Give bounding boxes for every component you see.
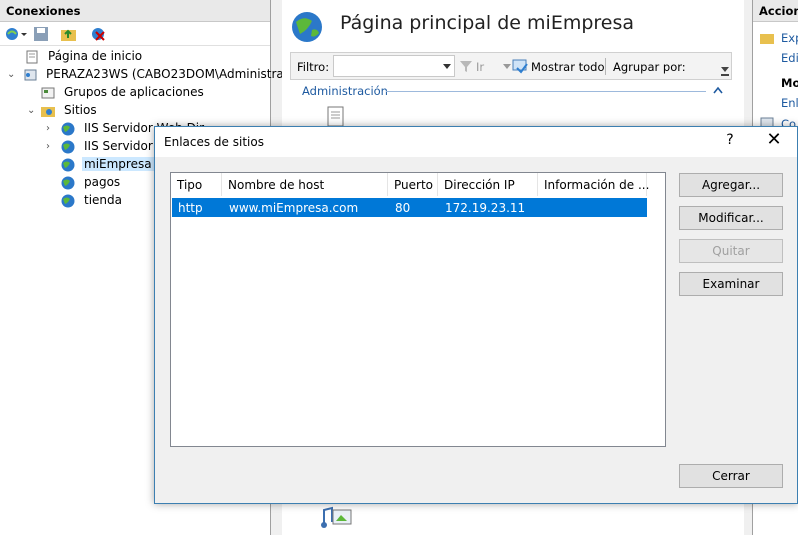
globe-icon bbox=[61, 176, 75, 190]
globe-icon bbox=[61, 122, 75, 136]
group-by-button[interactable]: Agrupar por: bbox=[613, 60, 686, 74]
save-icon[interactable] bbox=[33, 26, 49, 42]
collapse-chevron-icon[interactable] bbox=[713, 86, 723, 94]
section-header-administration[interactable]: Administración bbox=[302, 84, 388, 98]
close-button[interactable]: Cerrar bbox=[679, 464, 783, 488]
edit-button[interactable]: Modificar... bbox=[679, 206, 783, 230]
column-header-host[interactable]: Nombre de host bbox=[222, 173, 388, 196]
expand-sites-chevron[interactable]: ⌄ bbox=[27, 105, 35, 116]
go-button[interactable]: Ir bbox=[476, 60, 484, 74]
server-icon bbox=[24, 69, 37, 81]
globe-icon bbox=[61, 158, 75, 172]
remove-button[interactable]: Quitar bbox=[679, 239, 783, 263]
cell-ip: 172.19.23.11 bbox=[445, 201, 526, 215]
column-header-info[interactable]: Información de ... bbox=[538, 173, 649, 196]
column-header-type[interactable]: Tipo bbox=[171, 173, 222, 196]
bindings-list[interactable]: Tipo Nombre de host Puerto Dirección IP … bbox=[170, 172, 666, 447]
action-section-heading: Mo bbox=[781, 76, 798, 90]
table-row[interactable]: http www.miEmpresa.com 80 172.19.23.11 bbox=[172, 198, 647, 217]
add-button[interactable]: Agregar... bbox=[679, 173, 783, 197]
expand-server-chevron[interactable]: ⌄ bbox=[7, 69, 15, 80]
column-header-port[interactable]: Puerto bbox=[388, 173, 438, 196]
page-title: Página principal de miEmpresa bbox=[340, 12, 635, 34]
connections-header: Conexiones bbox=[0, 0, 270, 22]
filter-input[interactable] bbox=[333, 55, 455, 77]
cell-type: http bbox=[178, 201, 203, 215]
site-bindings-dialog: Enlaces de sitios ? ✕ Tipo Nombre de hos… bbox=[154, 126, 798, 504]
feature-media-icon[interactable] bbox=[320, 504, 354, 532]
toolbar-separator bbox=[605, 58, 606, 75]
close-icon[interactable]: ✕ bbox=[763, 129, 785, 150]
folder-up-icon[interactable] bbox=[60, 26, 78, 42]
expand-site-1-chevron[interactable]: › bbox=[46, 123, 50, 134]
action-edit[interactable]: Edi bbox=[781, 51, 798, 65]
home-page-icon bbox=[26, 50, 38, 64]
sites-folder-icon bbox=[41, 107, 55, 117]
site-globe-icon bbox=[292, 12, 322, 42]
globe-icon bbox=[61, 194, 75, 208]
scroll-down-icon[interactable] bbox=[721, 67, 729, 77]
disconnect-icon[interactable] bbox=[90, 26, 108, 42]
chevron-down-icon[interactable] bbox=[443, 64, 451, 70]
cell-host: www.miEmpresa.com bbox=[229, 201, 359, 215]
globe-icon bbox=[61, 140, 75, 154]
chevron-down-icon[interactable] bbox=[503, 64, 511, 70]
filter-bar: Filtro: Ir Mostrar todo Agrupar por: bbox=[290, 52, 732, 80]
dialog-title: Enlaces de sitios bbox=[164, 135, 264, 149]
actions-header: Acciones bbox=[753, 0, 798, 22]
filter-label: Filtro: bbox=[297, 60, 330, 74]
chevron-down-icon[interactable] bbox=[20, 26, 28, 42]
feature-document-icon[interactable] bbox=[326, 105, 346, 127]
action-explore[interactable]: Exp bbox=[781, 31, 798, 45]
action-bindings[interactable]: Enl bbox=[781, 96, 798, 110]
dialog-titlebar: Enlaces de sitios ? ✕ bbox=[155, 127, 797, 157]
show-all-icon[interactable] bbox=[512, 59, 528, 74]
filter-go-icon[interactable] bbox=[459, 59, 473, 73]
explore-icon bbox=[760, 34, 774, 44]
show-all-button[interactable]: Mostrar todo bbox=[531, 60, 605, 74]
cell-port: 80 bbox=[395, 201, 411, 215]
column-header-ip[interactable]: Dirección IP bbox=[438, 173, 538, 196]
help-button[interactable]: ? bbox=[723, 132, 737, 148]
expand-site-2-chevron[interactable]: › bbox=[46, 141, 50, 152]
browse-button[interactable]: Examinar bbox=[679, 272, 783, 296]
connections-toolbar bbox=[0, 22, 270, 46]
section-divider bbox=[386, 91, 706, 92]
app-pool-icon bbox=[41, 87, 55, 99]
